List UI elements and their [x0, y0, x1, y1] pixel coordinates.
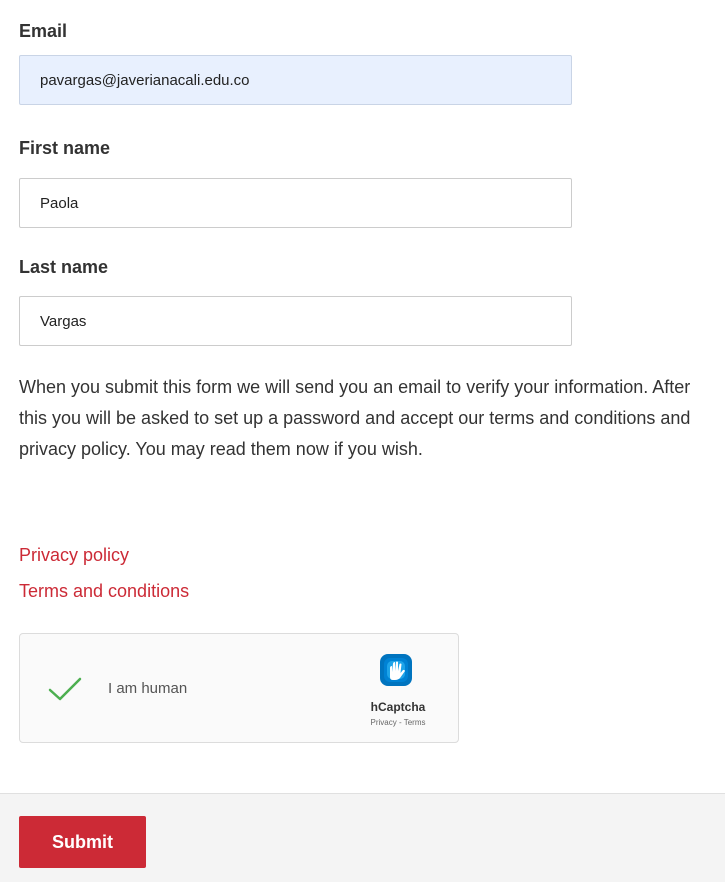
hcaptcha-logo-icon: [380, 654, 412, 686]
email-field[interactable]: [19, 55, 572, 105]
submit-button[interactable]: Submit: [19, 816, 146, 868]
hcaptcha-widget[interactable]: I am human hCaptcha Privacy - Terms: [19, 633, 459, 743]
hcaptcha-privacy-terms-links[interactable]: Privacy - Terms: [360, 718, 436, 728]
terms-and-conditions-link[interactable]: Terms and conditions: [19, 580, 189, 602]
first-name-label: First name: [19, 138, 111, 158]
verification-info-text: When you submit this form we will send y…: [19, 377, 691, 459]
checkmark-icon[interactable]: [48, 676, 82, 702]
first-name-field[interactable]: [19, 178, 572, 228]
last-name-field[interactable]: [19, 296, 572, 346]
captcha-label: I am human: [108, 680, 188, 697]
form-footer: Submit: [0, 793, 725, 882]
last-name-label: Last name: [19, 257, 109, 277]
privacy-policy-link[interactable]: Privacy policy: [19, 544, 129, 566]
hcaptcha-brand: hCaptcha: [370, 700, 426, 714]
email-label: Email: [19, 21, 68, 41]
